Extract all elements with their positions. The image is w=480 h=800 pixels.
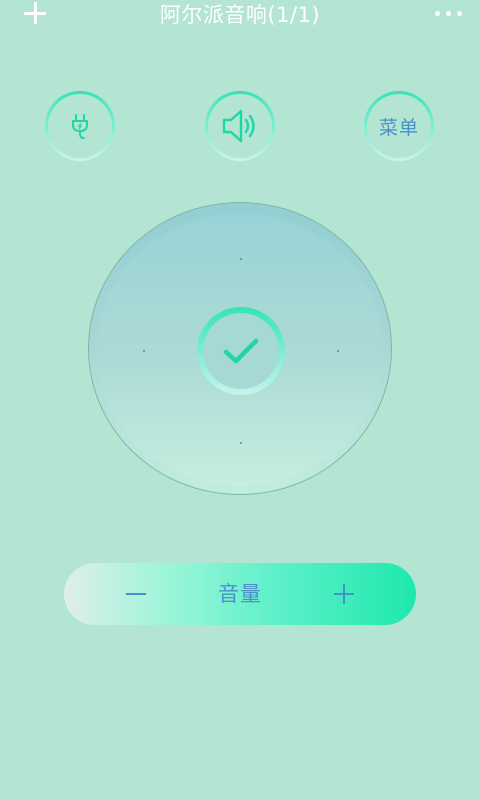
speaker-icon (222, 109, 255, 143)
page-title: 阿尔派音响(1/1) (159, 3, 321, 27)
dpad-right-button[interactable] (337, 350, 339, 352)
power-plug-icon (72, 114, 88, 139)
menu-button-label: 菜单 (378, 116, 419, 139)
more-button[interactable] (435, 11, 462, 16)
top-bar: 阿尔派音响(1/1) (0, 0, 480, 32)
mute-button[interactable] (205, 91, 275, 161)
volume-control: 音量 (64, 563, 416, 625)
checkmark-icon (223, 338, 259, 364)
more-dots-icon (435, 11, 440, 16)
dpad-up-button[interactable] (240, 258, 242, 260)
menu-button[interactable]: 菜单 (364, 91, 434, 161)
power-button[interactable] (45, 91, 115, 161)
direction-pad (88, 202, 392, 495)
dpad-down-button[interactable] (240, 442, 242, 444)
volume-up-button[interactable] (324, 576, 364, 612)
dpad-left-button[interactable] (143, 350, 145, 352)
ok-button[interactable] (197, 307, 285, 395)
